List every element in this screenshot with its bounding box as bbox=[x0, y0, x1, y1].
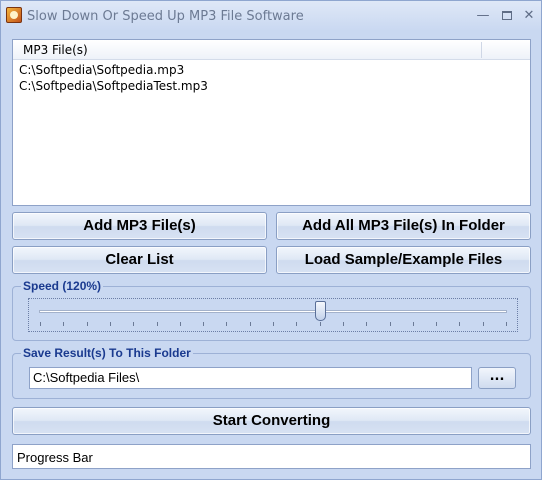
slider-tick bbox=[413, 322, 414, 326]
slider-tick bbox=[203, 322, 204, 326]
output-folder-label: Save Result(s) To This Folder bbox=[21, 346, 193, 360]
speed-group: Speed (120%) bbox=[12, 279, 531, 341]
app-window: Slow Down Or Speed Up MP3 File Software … bbox=[0, 0, 542, 480]
slider-tick bbox=[157, 322, 158, 326]
clear-list-button[interactable]: Clear List bbox=[12, 246, 267, 274]
speed-label: Speed (120%) bbox=[21, 279, 104, 293]
slider-tick bbox=[180, 322, 181, 326]
list-item[interactable]: C:\Softpedia\SoftpediaTest.mp3 bbox=[19, 78, 524, 94]
column-separator[interactable] bbox=[481, 42, 482, 58]
speed-slider[interactable] bbox=[28, 298, 518, 332]
progress-label: Progress Bar bbox=[17, 450, 93, 465]
list-item[interactable]: C:\Softpedia\Softpedia.mp3 bbox=[19, 62, 524, 78]
column-header-mp3-files[interactable]: MP3 File(s) bbox=[23, 43, 88, 57]
progress-bar: Progress Bar bbox=[12, 444, 531, 469]
slider-track[interactable] bbox=[39, 310, 507, 313]
mp3-file-list[interactable]: MP3 File(s) C:\Softpedia\Softpedia.mp3 C:… bbox=[12, 39, 531, 206]
list-rows: C:\Softpedia\Softpedia.mp3 C:\Softpedia\S… bbox=[19, 62, 524, 94]
window-title: Slow Down Or Speed Up MP3 File Software bbox=[27, 9, 304, 24]
slider-tick bbox=[483, 322, 484, 326]
slider-tick bbox=[63, 322, 64, 326]
slider-tick bbox=[226, 322, 227, 326]
maximize-icon[interactable] bbox=[497, 7, 517, 25]
slider-tick bbox=[250, 322, 251, 326]
slider-tick bbox=[506, 322, 507, 326]
slider-tick bbox=[459, 322, 460, 326]
minimize-icon[interactable]: — bbox=[473, 7, 493, 25]
add-all-in-folder-button[interactable]: Add All MP3 File(s) In Folder bbox=[276, 212, 531, 240]
slider-tick bbox=[40, 322, 41, 326]
close-icon[interactable]: ✕ bbox=[519, 7, 539, 25]
list-header[interactable]: MP3 File(s) bbox=[13, 40, 530, 60]
slider-tick bbox=[133, 322, 134, 326]
slider-tick bbox=[273, 322, 274, 326]
output-folder-group: Save Result(s) To This Folder C:\Softped… bbox=[12, 346, 531, 399]
browse-folder-button[interactable]: ... bbox=[478, 367, 516, 389]
slider-tick bbox=[87, 322, 88, 326]
slider-thumb[interactable] bbox=[314, 301, 326, 321]
output-folder-input[interactable]: C:\Softpedia Files\ bbox=[29, 367, 472, 389]
slider-tick bbox=[390, 322, 391, 326]
load-sample-files-button[interactable]: Load Sample/Example Files bbox=[276, 246, 531, 274]
slider-tick bbox=[436, 322, 437, 326]
title-bar[interactable]: Slow Down Or Speed Up MP3 File Software … bbox=[1, 1, 541, 31]
slider-tick bbox=[320, 322, 321, 326]
slider-tick bbox=[110, 322, 111, 326]
start-converting-button[interactable]: Start Converting bbox=[12, 407, 531, 435]
slider-tick bbox=[296, 322, 297, 326]
app-audio-icon bbox=[6, 7, 22, 23]
slider-tick bbox=[366, 322, 367, 326]
slider-tick bbox=[343, 322, 344, 326]
add-mp3-files-button[interactable]: Add MP3 File(s) bbox=[12, 212, 267, 240]
